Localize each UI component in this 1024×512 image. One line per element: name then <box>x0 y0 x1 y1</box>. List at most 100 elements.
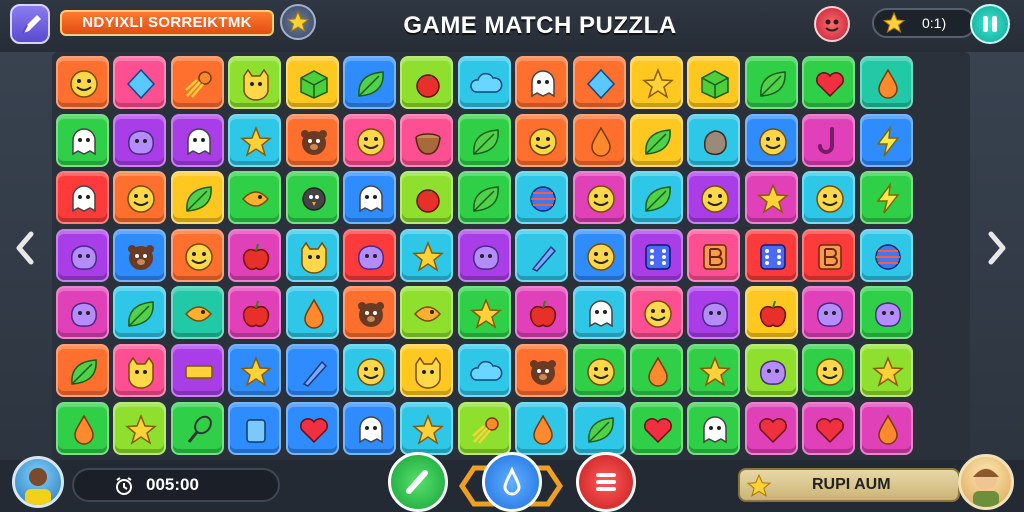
board-tile[interactable] <box>285 401 339 455</box>
board-tile[interactable] <box>343 228 396 282</box>
board-tile[interactable] <box>515 401 569 455</box>
board-tile[interactable] <box>457 401 511 455</box>
pause-button[interactable] <box>970 4 1010 44</box>
check-button[interactable] <box>388 452 448 512</box>
board-tile[interactable] <box>400 171 454 225</box>
board-tile[interactable] <box>457 56 511 109</box>
board-tile[interactable] <box>630 401 683 455</box>
board-tile[interactable] <box>572 228 626 282</box>
board-tile[interactable] <box>56 228 109 282</box>
board-tile[interactable] <box>457 228 511 282</box>
board-tile[interactable] <box>802 401 856 455</box>
board-tile[interactable] <box>56 56 109 109</box>
board-tile[interactable] <box>170 171 224 225</box>
board-tile[interactable] <box>802 56 856 109</box>
board-tile[interactable] <box>802 171 856 225</box>
helper-avatar[interactable] <box>958 454 1014 510</box>
board-tile[interactable] <box>228 344 282 397</box>
board-tile[interactable] <box>228 401 282 455</box>
board-tile[interactable] <box>687 344 741 397</box>
board-tile[interactable] <box>228 171 282 225</box>
board-tile[interactable] <box>56 171 109 225</box>
board-tile[interactable] <box>859 113 913 167</box>
board-tile[interactable] <box>687 228 741 282</box>
board-tile[interactable] <box>687 113 741 167</box>
board-tile[interactable] <box>113 56 167 109</box>
board-tile[interactable] <box>56 113 109 167</box>
board-tile[interactable] <box>343 344 396 397</box>
board-tile[interactable] <box>744 344 798 397</box>
board-tile[interactable] <box>285 56 339 109</box>
board-tile[interactable] <box>457 286 511 340</box>
board-tile[interactable] <box>744 286 798 340</box>
board-tile[interactable] <box>170 228 224 282</box>
board-tile[interactable] <box>744 56 798 109</box>
board-tile[interactable] <box>113 286 167 340</box>
board-tile[interactable] <box>859 286 913 340</box>
board-tile[interactable] <box>859 228 913 282</box>
board-tile[interactable] <box>802 344 856 397</box>
board-tile[interactable] <box>744 113 798 167</box>
board-tile[interactable] <box>400 113 454 167</box>
board-tile[interactable] <box>56 401 109 455</box>
board-tile[interactable] <box>56 344 109 397</box>
star-badge[interactable] <box>280 4 316 40</box>
board-tile[interactable] <box>113 401 167 455</box>
hint-button[interactable] <box>482 452 542 512</box>
board-tile[interactable] <box>572 56 626 109</box>
board-tile[interactable] <box>170 344 224 397</box>
board-tile[interactable] <box>285 286 339 340</box>
board-tile[interactable] <box>859 56 913 109</box>
board-tile[interactable] <box>572 344 626 397</box>
profile-button[interactable] <box>814 6 850 42</box>
board-tile[interactable] <box>630 228 683 282</box>
board-tile[interactable] <box>859 401 913 455</box>
board-tile[interactable] <box>630 286 683 340</box>
board-tile[interactable] <box>802 286 856 340</box>
board-tile[interactable] <box>343 171 396 225</box>
board-tile[interactable] <box>400 286 454 340</box>
board-tile[interactable] <box>744 401 798 455</box>
board-tile[interactable] <box>113 113 167 167</box>
board-tile[interactable] <box>170 56 224 109</box>
scroll-right-button[interactable] <box>986 228 1008 268</box>
board-tile[interactable] <box>343 113 396 167</box>
board-tile[interactable] <box>802 113 856 167</box>
board-tile[interactable] <box>285 344 339 397</box>
board-tile[interactable] <box>859 344 913 397</box>
board-tile[interactable] <box>170 113 224 167</box>
board-tile[interactable] <box>572 113 626 167</box>
board-tile[interactable] <box>56 286 109 340</box>
board-tile[interactable] <box>515 56 569 109</box>
board-tile[interactable] <box>285 113 339 167</box>
board-tile[interactable] <box>630 113 683 167</box>
board-tile[interactable] <box>572 171 626 225</box>
board-tile[interactable] <box>515 228 569 282</box>
board-tile[interactable] <box>457 113 511 167</box>
board-tile[interactable] <box>343 286 396 340</box>
scroll-left-button[interactable] <box>14 228 36 268</box>
board-tile[interactable] <box>572 286 626 340</box>
board-tile[interactable] <box>228 286 282 340</box>
board-tile[interactable] <box>228 56 282 109</box>
board-tile[interactable] <box>515 286 569 340</box>
board-tile[interactable] <box>515 344 569 397</box>
board-tile[interactable] <box>170 286 224 340</box>
board-tile[interactable] <box>400 401 454 455</box>
board-tile[interactable] <box>343 56 396 109</box>
board-tile[interactable] <box>515 113 569 167</box>
board-tile[interactable] <box>228 228 282 282</box>
board-tile[interactable] <box>343 401 396 455</box>
board-tile[interactable] <box>687 401 741 455</box>
board-tile[interactable] <box>515 171 569 225</box>
board-tile[interactable] <box>400 56 454 109</box>
board-tile[interactable] <box>687 171 741 225</box>
board-tile[interactable] <box>687 286 741 340</box>
board-tile[interactable] <box>687 56 741 109</box>
board-tile[interactable] <box>113 344 167 397</box>
board-tile[interactable] <box>744 171 798 225</box>
board-tile[interactable] <box>400 344 454 397</box>
board-tile[interactable] <box>744 228 798 282</box>
board-tile[interactable] <box>802 228 856 282</box>
board-tile[interactable] <box>457 344 511 397</box>
